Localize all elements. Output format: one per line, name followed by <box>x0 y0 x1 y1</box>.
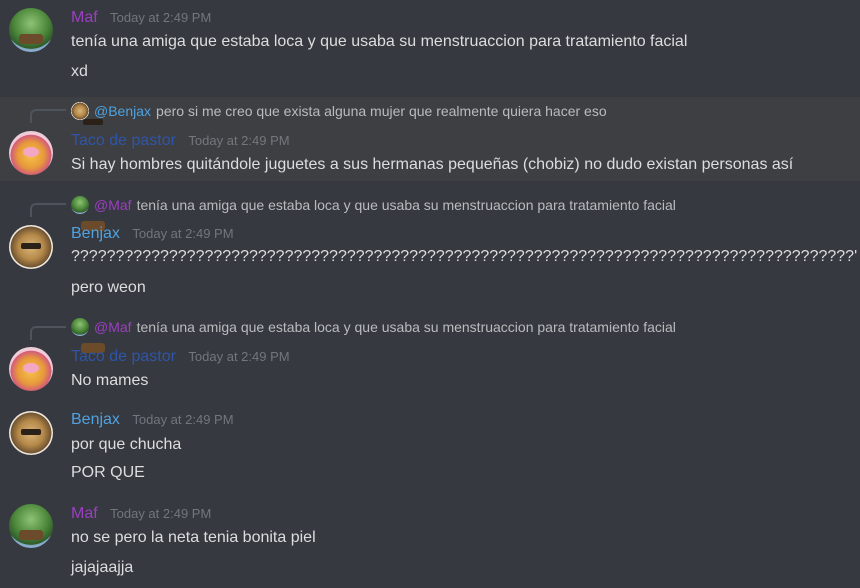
message-text: POR QUE <box>71 464 145 481</box>
avatar[interactable] <box>9 131 53 175</box>
message-header: Maf Today at 2:49 PM <box>71 9 211 27</box>
reply-mention[interactable]: @Benjax <box>94 103 151 119</box>
reply-text[interactable]: tenía una amiga que estaba loca y que us… <box>137 319 676 335</box>
message-text: xd <box>71 63 88 80</box>
reply-avatar <box>71 318 89 336</box>
reply-mention[interactable]: @Maf <box>94 197 132 213</box>
avatar[interactable] <box>9 347 53 391</box>
reply-spine <box>30 326 66 340</box>
message-group: Benjax Today at 2:49 PM por que chucha P… <box>0 402 860 492</box>
author-name[interactable]: Maf <box>71 505 98 522</box>
message-text: tenía una amiga que estaba loca y que us… <box>71 33 688 50</box>
author-name[interactable]: Taco de pastor <box>71 132 176 149</box>
author-name[interactable]: Benjax <box>71 411 120 428</box>
reply-spine <box>30 203 66 217</box>
author-name[interactable]: Taco de pastor <box>71 348 176 365</box>
reply-avatar <box>71 196 89 214</box>
timestamp: Today at 2:49 PM <box>110 506 212 521</box>
avatar[interactable] <box>9 8 53 52</box>
avatar[interactable] <box>9 225 53 269</box>
author-name[interactable]: Maf <box>71 9 98 26</box>
reply-preview[interactable]: @Maf tenía una amiga que estaba loca y q… <box>71 317 676 337</box>
message-text: ????????????????????????????????????????… <box>71 248 858 265</box>
message-text: jajajaajja <box>71 559 134 576</box>
avatar[interactable] <box>9 504 53 548</box>
message-group: Maf Today at 2:49 PM tenía una amiga que… <box>0 0 860 96</box>
message-group: Maf Today at 2:49 PM no se pero la neta … <box>0 496 860 588</box>
message-group: @Maf tenía una amiga que estaba loca y q… <box>0 191 860 306</box>
timestamp: Today at 2:49 PM <box>110 10 212 25</box>
message-text: no se pero la neta tenia bonita piel <box>71 529 316 546</box>
reply-mention[interactable]: @Maf <box>94 319 132 335</box>
timestamp: Today at 2:49 PM <box>132 412 234 427</box>
reply-avatar <box>71 102 89 120</box>
message-header: Taco de pastor Today at 2:49 PM <box>71 348 290 366</box>
reply-text[interactable]: pero si me creo que exista alguna mujer … <box>156 103 607 119</box>
message-group: @Benjax pero si me creo que exista algun… <box>0 97 860 181</box>
timestamp: Today at 2:49 PM <box>188 349 290 364</box>
message-text: pero weon <box>71 279 146 296</box>
timestamp: Today at 2:49 PM <box>188 133 290 148</box>
message-header: Taco de pastor Today at 2:49 PM <box>71 132 290 150</box>
message-text: Si hay hombres quitándole juguetes a sus… <box>71 156 794 173</box>
reply-preview[interactable]: @Benjax pero si me creo que exista algun… <box>71 101 607 121</box>
reply-preview[interactable]: @Maf tenía una amiga que estaba loca y q… <box>71 195 676 215</box>
message-text: por que chucha <box>71 436 182 453</box>
message-header: Maf Today at 2:49 PM <box>71 505 211 523</box>
reply-text[interactable]: tenía una amiga que estaba loca y que us… <box>137 197 676 213</box>
message-text: No mames <box>71 372 149 389</box>
timestamp: Today at 2:49 PM <box>132 226 234 241</box>
avatar[interactable] <box>9 411 53 455</box>
reply-spine <box>30 109 66 123</box>
author-name[interactable]: Benjax <box>71 225 120 242</box>
message-header: Benjax Today at 2:49 PM <box>71 411 234 429</box>
message-group: @Maf tenía una amiga que estaba loca y q… <box>0 314 860 400</box>
message-header: Benjax Today at 2:49 PM <box>71 225 234 243</box>
